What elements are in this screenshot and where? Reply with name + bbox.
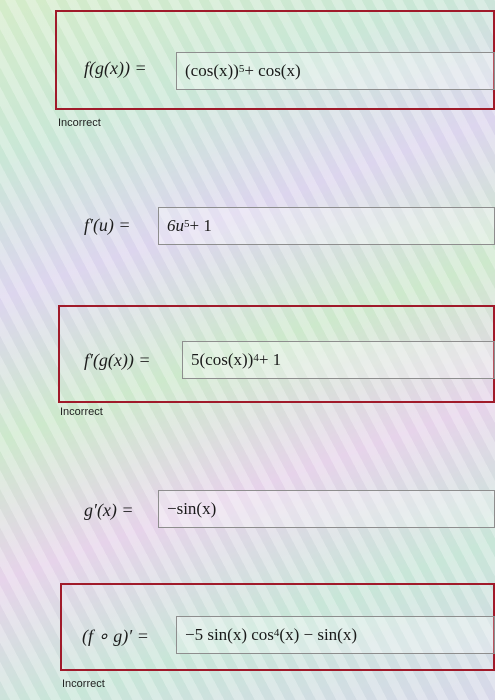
input-fgx[interactable]: (cos(x)) 5 + cos(x) xyxy=(176,52,495,90)
input-fprime-u-exponent: 5 xyxy=(184,218,190,230)
input-fprime-u[interactable]: 6u 5 + 1 xyxy=(158,207,495,245)
input-fgx-base: (cos(x)) xyxy=(185,61,239,80)
input-fprime-gx[interactable]: 5(cos(x)) 4 + 1 xyxy=(182,341,495,379)
label-fprime-gx: f′(g(x)) = xyxy=(84,350,151,370)
status-incorrect-fprime-gx: Incorrect xyxy=(60,406,103,418)
input-fgx-exponent: 5 xyxy=(238,63,245,75)
input-gprime-x[interactable]: −sin(x) xyxy=(158,490,495,528)
input-fprime-gx-base: 5(cos(x)) xyxy=(191,350,254,369)
label-fgx: f(g(x)) = xyxy=(84,58,147,78)
label-fprime-u: f′(u) = xyxy=(84,215,131,235)
input-fog-prime-exponent: 4 xyxy=(273,627,280,639)
input-fog-prime-rest: (x) − sin(x) xyxy=(279,625,357,644)
input-gprime-x-value: −sin(x) xyxy=(167,499,217,518)
input-fprime-u-rest: + 1 xyxy=(189,216,212,235)
input-fgx-rest: + cos(x) xyxy=(244,61,301,80)
input-fog-prime-base: −5 sin(x) cos xyxy=(185,625,274,644)
input-fog-prime[interactable]: −5 sin(x) cos 4 (x) − sin(x) xyxy=(176,616,495,654)
label-fog-prime: (f ∘ g)′ = xyxy=(82,626,149,646)
status-incorrect-fgx: Incorrect xyxy=(58,117,101,129)
input-fprime-u-base: 6u xyxy=(167,216,184,235)
input-fprime-gx-exponent: 4 xyxy=(253,352,259,364)
status-incorrect-fog-prime: Incorrect xyxy=(62,678,105,690)
input-fprime-gx-rest: + 1 xyxy=(258,350,282,369)
label-gprime-x: g′(x) = xyxy=(84,500,134,520)
